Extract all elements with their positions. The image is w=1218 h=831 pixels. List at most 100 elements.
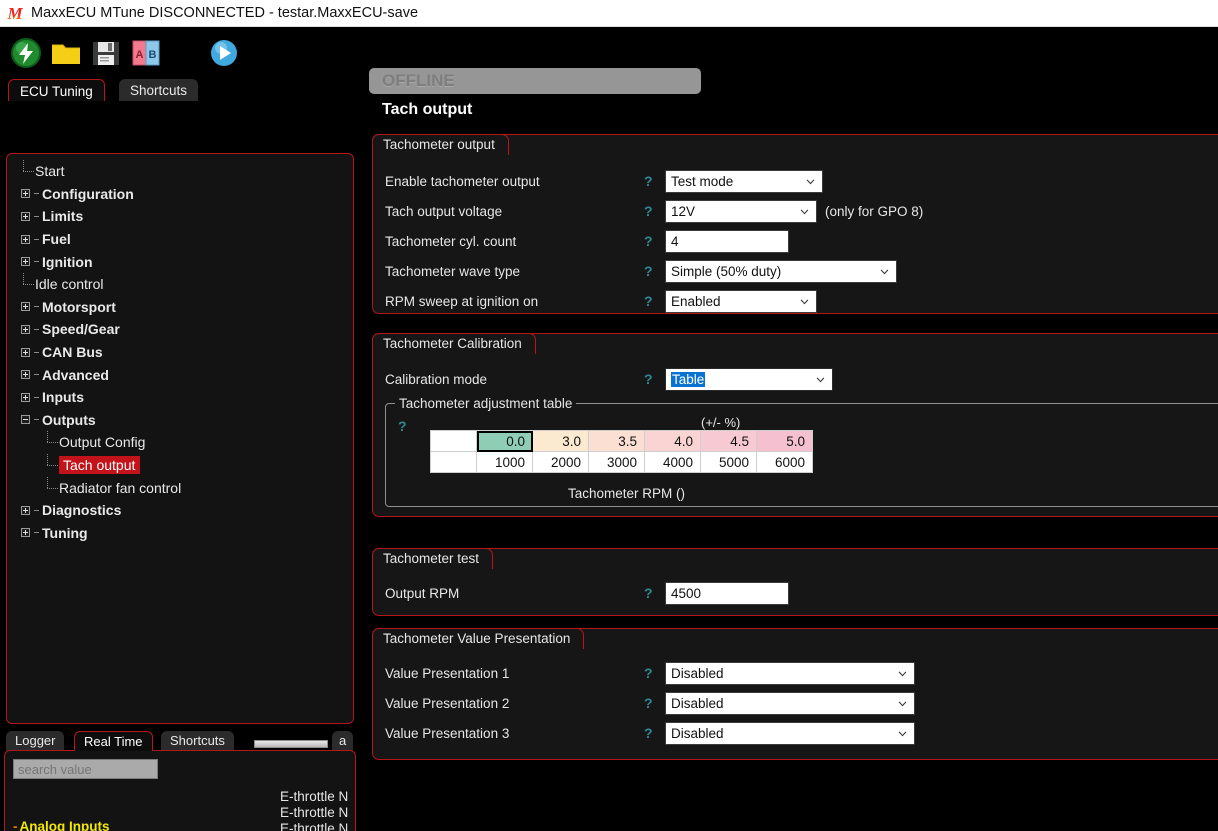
tree-expand-icon[interactable] bbox=[21, 370, 30, 380]
table-value-cell[interactable]: 4.5 bbox=[700, 430, 757, 452]
tree-item-advanced[interactable]: Advanced bbox=[7, 363, 353, 386]
tachometer-output-label: Tachometer wave type bbox=[385, 264, 521, 279]
tachometer-output-help-icon[interactable]: ? bbox=[644, 233, 653, 249]
tachometer-output-help-icon[interactable]: ? bbox=[644, 173, 653, 189]
adjustment-table-help-icon[interactable]: ? bbox=[398, 418, 407, 434]
tree-item-can-bus[interactable]: CAN Bus bbox=[7, 341, 353, 364]
tachometer-test-input[interactable]: 4500 bbox=[665, 582, 789, 605]
panel-tab-mask bbox=[373, 649, 585, 651]
tab-real-time[interactable]: Real Time bbox=[74, 731, 153, 751]
table-value-cell[interactable]: 3.5 bbox=[588, 430, 645, 452]
tab-ecu-tuning[interactable]: ECU Tuning bbox=[8, 79, 105, 101]
tree-expand-icon[interactable] bbox=[21, 189, 30, 199]
panel-tachometer-test-title: Tachometer test bbox=[383, 551, 480, 566]
table-value-cell[interactable]: 4.0 bbox=[644, 430, 701, 452]
panel-tachometer-value-presentation-title: Tachometer Value Presentation bbox=[383, 631, 571, 646]
tachometer-output-input[interactable]: 4 bbox=[665, 230, 789, 253]
tree-item-configuration[interactable]: Configuration bbox=[7, 183, 353, 206]
tree-expand-icon[interactable] bbox=[21, 211, 30, 221]
panel-tachometer-calibration-tab[interactable]: Tachometer Calibration bbox=[372, 333, 536, 354]
value-presentation-label: Value Presentation 1 bbox=[385, 666, 510, 681]
tachometer-output-help-icon[interactable]: ? bbox=[644, 293, 653, 309]
compare-ab-icon[interactable]: A B bbox=[130, 37, 162, 69]
connect-icon[interactable] bbox=[10, 37, 42, 69]
value-presentation-help-icon[interactable]: ? bbox=[644, 665, 653, 681]
tree-expand-icon[interactable] bbox=[21, 505, 30, 515]
tree-item-ignition[interactable]: Ignition bbox=[7, 250, 353, 273]
open-file-icon[interactable] bbox=[50, 37, 82, 69]
tab-shortcuts[interactable]: Shortcuts bbox=[119, 79, 199, 101]
tree-expand-icon[interactable] bbox=[21, 302, 30, 312]
tree-item-outputs[interactable]: Outputs bbox=[7, 409, 353, 432]
table-value-cell[interactable]: 3.0 bbox=[532, 430, 589, 452]
table-axis-cell[interactable]: 6000 bbox=[756, 451, 813, 473]
tree-expand-icon[interactable] bbox=[21, 257, 30, 267]
tachometer-adjustment-table[interactable]: 0.0 3.0 3.5 4.0 4.5 5.0 1000 2000 3000 4000 5000 6… bbox=[430, 430, 813, 473]
rt-group-header[interactable]: - Analog Inputs bbox=[13, 819, 110, 831]
tree-collapse-icon[interactable] bbox=[21, 415, 30, 425]
tree-item-motorsport[interactable]: Motorsport bbox=[7, 296, 353, 319]
save-file-icon[interactable] bbox=[90, 37, 122, 69]
table-axis-cell[interactable]: 5000 bbox=[700, 451, 757, 473]
tree-item-start[interactable]: Start bbox=[7, 160, 353, 183]
panel-tachometer-test-tab[interactable]: Tachometer test bbox=[372, 548, 494, 569]
tree-item-speed-gear[interactable]: Speed/Gear bbox=[7, 318, 353, 341]
start-log-icon[interactable] bbox=[208, 37, 240, 69]
tree-expand-icon[interactable] bbox=[21, 392, 30, 402]
table-axis-cell[interactable]: 1000 bbox=[476, 451, 533, 473]
value-presentation-help-icon[interactable]: ? bbox=[644, 725, 653, 741]
tree-item-tuning[interactable]: Tuning bbox=[7, 522, 353, 545]
tachometer-output-help-icon[interactable]: ? bbox=[644, 203, 653, 219]
tree-expand-icon[interactable] bbox=[21, 528, 30, 538]
tree-expand-icon[interactable] bbox=[21, 324, 30, 334]
tree-expand-icon[interactable] bbox=[21, 347, 30, 357]
panel-tachometer-output-tab[interactable]: Tachometer output bbox=[372, 134, 509, 155]
panel-tachometer-test: Tachometer test Output RPM? 4500 bbox=[372, 548, 1218, 616]
table-value-cell[interactable]: 5.0 bbox=[756, 430, 813, 452]
tab-logger-shortcuts[interactable]: Shortcuts bbox=[161, 731, 234, 751]
table-row-values: 0.0 3.0 3.5 4.0 4.5 5.0 bbox=[430, 430, 813, 452]
tree-item-idle-control[interactable]: Idle control bbox=[7, 273, 353, 296]
tree-item-tach-output[interactable]: Tach output bbox=[7, 454, 353, 477]
tachometer-output-help-icon[interactable]: ? bbox=[644, 263, 653, 279]
left-tabstrip: ECU Tuning Shortcuts bbox=[8, 79, 360, 101]
tab-overflow-a[interactable]: a bbox=[332, 731, 354, 751]
tachometer-adjustment-table-group-label: Tachometer adjustment table bbox=[395, 396, 577, 411]
tree-expand-icon[interactable] bbox=[21, 234, 30, 244]
tachometer-test-help-icon[interactable]: ? bbox=[644, 585, 653, 601]
tree-item-diagnostics[interactable]: Diagnostics bbox=[7, 499, 353, 522]
tree-item-label: Start bbox=[35, 163, 65, 180]
tree-item-label: Tuning bbox=[42, 524, 88, 541]
value-presentation-select[interactable]: Disabled bbox=[665, 692, 915, 715]
tree-item-limits[interactable]: Limits bbox=[7, 205, 353, 228]
tachometer-output-select[interactable]: Simple (50% duty) bbox=[665, 260, 897, 283]
tree-item-inputs[interactable]: Inputs bbox=[7, 386, 353, 409]
value-presentation-select[interactable]: Disabled bbox=[665, 662, 915, 685]
table-axis-cell[interactable]: 2000 bbox=[532, 451, 589, 473]
rt-group-toggle-icon[interactable]: - bbox=[13, 819, 18, 831]
logger-tab-scrollbar[interactable] bbox=[254, 740, 328, 748]
tree-connector bbox=[34, 509, 39, 511]
value-presentation-select[interactable]: Disabled bbox=[665, 722, 915, 745]
tree-item-label: Fuel bbox=[42, 231, 71, 248]
tachometer-output-row: Enable tachometer output? Test mode bbox=[373, 168, 1218, 198]
panel-tab-mask bbox=[373, 569, 494, 571]
tachometer-output-select[interactable]: Enabled bbox=[665, 290, 817, 313]
tree-item-radiator-fan-control[interactable]: Radiator fan control bbox=[7, 476, 353, 499]
calibration-mode-help-icon[interactable]: ? bbox=[644, 371, 653, 387]
calibration-mode-select[interactable]: Table bbox=[665, 368, 833, 391]
tachometer-output-select[interactable]: Test mode bbox=[665, 170, 823, 193]
search-input[interactable] bbox=[13, 759, 158, 779]
table-axis-cell[interactable]: 4000 bbox=[644, 451, 701, 473]
tab-logger-label: Logger bbox=[15, 733, 56, 748]
table-axis-cell[interactable]: 3000 bbox=[588, 451, 645, 473]
panel-tachometer-value-presentation-tab[interactable]: Tachometer Value Presentation bbox=[372, 628, 585, 649]
tab-logger[interactable]: Logger bbox=[6, 731, 65, 751]
tachometer-output-select[interactable]: 12V bbox=[665, 200, 817, 223]
tree-item-output-config[interactable]: Output Config bbox=[7, 431, 353, 454]
tree-item-fuel[interactable]: Fuel bbox=[7, 228, 353, 251]
tree-item-label: Idle control bbox=[35, 276, 104, 293]
table-value-cell[interactable]: 0.0 bbox=[476, 430, 533, 452]
value-presentation-help-icon[interactable]: ? bbox=[644, 695, 653, 711]
ecu-tuning-tree-panel[interactable]: Start Configuration Limits Fuel Ignition Idle… bbox=[6, 153, 354, 724]
